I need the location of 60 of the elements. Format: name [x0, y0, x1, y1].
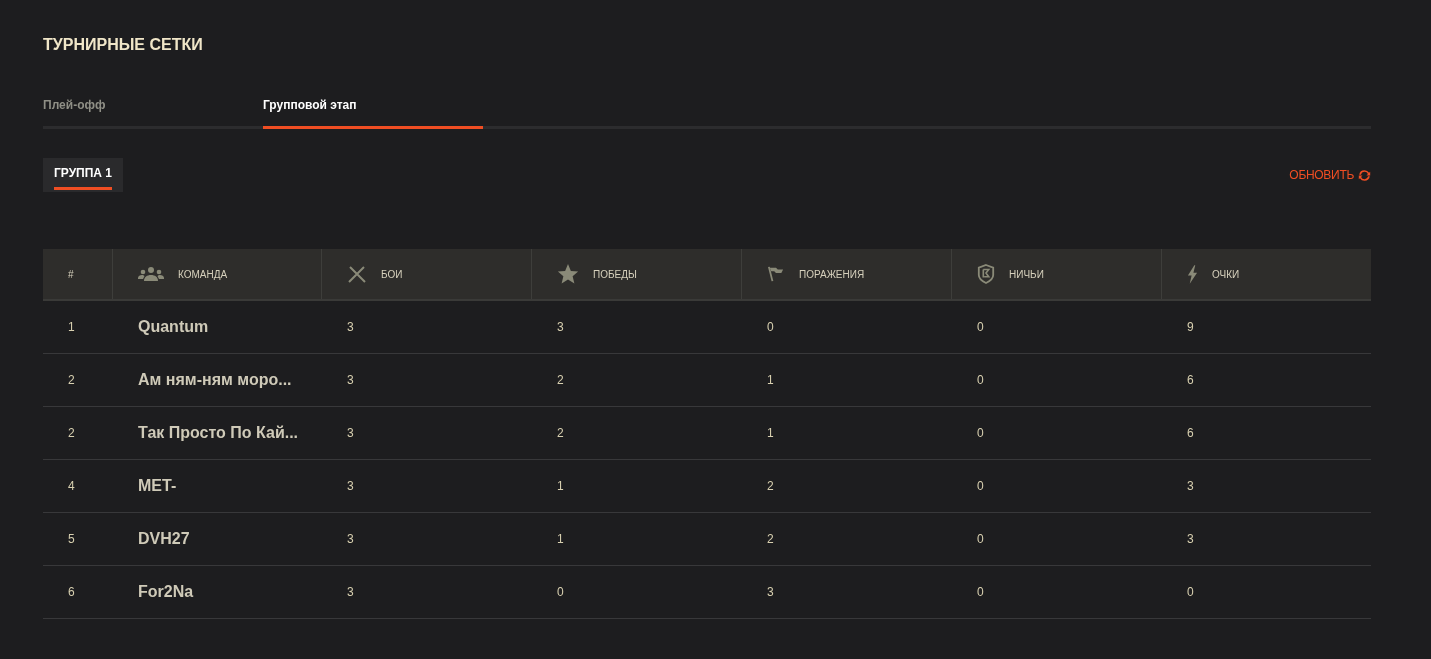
table-cell: 3: [767, 585, 774, 599]
group-icon: [138, 266, 164, 282]
table-cell: 0: [977, 373, 984, 387]
table-cell: 5: [68, 532, 75, 546]
team-name: Quantum: [138, 318, 209, 336]
column-header: ОЧКИ: [1212, 268, 1240, 280]
table-cell: 3: [347, 426, 354, 440]
table-cell: 6: [68, 585, 75, 599]
table-cell: 3: [557, 320, 564, 334]
table-cell: 2: [68, 373, 75, 387]
table-cell: 4: [68, 479, 75, 493]
page-title: ТУРНИРНЫЕ СЕТКИ: [43, 35, 204, 55]
table-cell: 3: [347, 479, 354, 493]
column-header: НИЧЬИ: [1009, 268, 1044, 280]
table-cell: 6: [1187, 426, 1194, 440]
team-name: DVH27: [138, 530, 190, 548]
column-header: ПОРАЖЕНИЯ: [799, 268, 865, 280]
table-cell: 3: [1187, 479, 1194, 493]
table-cell: 0: [977, 479, 984, 493]
table-cell: 0: [1187, 585, 1194, 599]
table-cell: 0: [557, 585, 564, 599]
table-cell: 2: [767, 532, 774, 546]
table-cell: 0: [977, 320, 984, 334]
table-cell: 1: [557, 532, 564, 546]
refresh-button[interactable]: ОБНОВИТЬ: [1289, 168, 1371, 182]
table-cell: 1: [767, 426, 774, 440]
table-cell: 3: [347, 585, 354, 599]
table-cell: 2: [557, 373, 564, 387]
table-cell: 1: [557, 479, 564, 493]
table-cell: 0: [977, 532, 984, 546]
shield-icon: [977, 264, 995, 284]
tab[interactable]: Плей-офф: [43, 98, 263, 129]
tab[interactable]: Групповой этап: [263, 98, 483, 129]
table-cell: 2: [68, 426, 75, 440]
table-cell: 3: [347, 532, 354, 546]
column-header: БОИ: [381, 268, 403, 280]
star-icon: [557, 263, 579, 285]
refresh-icon: [1358, 168, 1371, 182]
table-cell: 2: [557, 426, 564, 440]
table-cell: 9: [1187, 320, 1194, 334]
table-cell: 0: [977, 426, 984, 440]
table-cell: 6: [1187, 373, 1194, 387]
group-tab[interactable]: ГРУППА 1: [43, 158, 124, 192]
column-header: #: [68, 268, 74, 280]
table-cell: 2: [767, 479, 774, 493]
team-name: MET-: [138, 477, 177, 495]
table-cell: 3: [347, 373, 354, 387]
flag-icon: [767, 266, 785, 282]
table-cell: 1: [68, 320, 75, 334]
column-header: КОМАНДА: [178, 268, 228, 280]
table-cell: 0: [977, 585, 984, 599]
table-cell: 3: [1187, 532, 1194, 546]
column-header: ПОБЕДЫ: [593, 268, 637, 280]
team-name: For2Na: [138, 583, 194, 601]
team-name: Так Просто По Кай...: [138, 424, 299, 442]
table-cell: 0: [767, 320, 774, 334]
table-cell: 3: [347, 320, 354, 334]
lightning-icon: [1187, 264, 1198, 284]
team-name: Ам ням-ням моро...: [138, 371, 292, 389]
table-cell: 1: [767, 373, 774, 387]
